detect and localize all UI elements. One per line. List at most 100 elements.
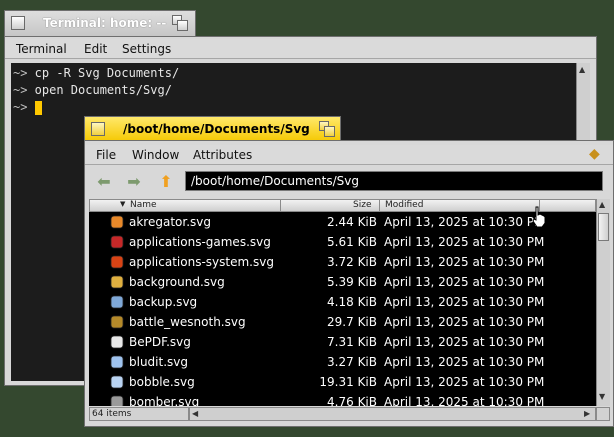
file-modified: April 13, 2025 at 10:30 PM [384,275,545,289]
menu-attributes[interactable]: Attributes [193,148,252,162]
file-name: BePDF.svg [129,335,191,349]
diamond-icon [110,355,124,369]
column-divider[interactable] [280,200,281,212]
file-modified: April 13, 2025 at 10:30 PM [384,235,545,249]
tracker-deskbar-icon[interactable]: ◆ [589,146,600,162]
file-name: applications-system.svg [129,255,274,269]
parent-folder-arrow-icon[interactable]: ⬆ [157,173,175,191]
menu-terminal[interactable]: Terminal [16,42,67,56]
file-row[interactable]: backup.svg 4.18 KiB April 13, 2025 at 10:3… [89,292,596,312]
file-size: 19.31 KiB [319,375,377,389]
file-name: bobble.svg [129,375,195,389]
file-modified: April 13, 2025 at 10:30 PM [384,295,545,309]
system-tools-icon [110,255,124,269]
terminal-title-tab[interactable]: Terminal: home: -- [4,10,196,36]
file-modified: April 13, 2025 at 10:30 PM [384,315,545,329]
menu-file[interactable]: File [96,148,116,162]
file-row[interactable]: battle_wesnoth.svg 29.7 KiB April 13, 2025… [89,312,596,332]
file-name: backup.svg [129,295,198,309]
scroll-up-arrow-icon[interactable]: ▲ [579,65,585,74]
terminal-line: ~> cp -R Svg Documents/ [13,66,179,80]
file-size: 5.39 KiB [327,275,377,289]
file-row[interactable]: bludit.svg 3.27 KiB April 13, 2025 at 10:3… [89,352,596,372]
file-row[interactable]: background.svg 5.39 KiB April 13, 2025 at … [89,272,596,292]
file-name: akregator.svg [129,215,211,229]
vertical-scrollbar[interactable]: ▲ ▼ [596,199,610,406]
scroll-left-arrow-icon[interactable]: ◀ [192,409,198,418]
file-modified: April 13, 2025 at 10:30 PM [384,355,545,369]
menu-edit[interactable]: Edit [84,42,107,56]
horizontal-scrollbar[interactable]: ◀ ▶ [189,407,596,421]
tracker-title-tab[interactable]: /boot/home/Documents/Svg [84,116,341,142]
file-modified: April 13, 2025 at 10:30 PM [384,215,545,229]
file-name: background.svg [129,275,225,289]
terminal-command [27,100,34,114]
terminal-zoom-button[interactable] [172,15,188,31]
column-size-header[interactable]: Size [353,200,371,210]
path-field[interactable]: /boot/home/Documents/Svg [185,171,603,191]
terminal-prompt: ~> [13,100,28,114]
terminal-line: ~> [13,100,42,115]
tracker-close-button[interactable] [91,122,105,136]
file-modified: April 13, 2025 at 10:30 PM [384,375,545,389]
terminal-prompt: ~> [13,83,28,97]
tracker-window-title: /boot/home/Documents/Svg [123,122,310,136]
column-header: ▼ Name Size Modified [89,199,596,212]
column-modified-header[interactable]: Modified [385,200,423,210]
wesnoth-shield-icon [110,315,124,329]
file-size: 29.7 KiB [327,315,377,329]
menu-window[interactable]: Window [132,148,179,162]
paint-brush-icon [110,275,124,289]
file-list[interactable]: akregator.svg 2.44 KiB April 13, 2025 at 1… [89,212,596,406]
back-arrow-icon[interactable]: ⬅ [95,173,113,191]
scroll-up-arrow-icon[interactable]: ▲ [599,200,605,209]
rss-feed-icon [110,215,124,229]
diamond-icon [110,375,124,389]
file-row[interactable]: applications-system.svg 3.72 KiB April 13,… [89,252,596,272]
terminal-command: cp -R Svg Documents/ [27,66,180,80]
file-name: bomber.svg [129,395,200,406]
scroll-down-arrow-icon[interactable]: ▼ [599,392,605,401]
terminal-cursor [34,100,42,115]
terminal-prompt: ~> [13,66,28,80]
file-modified: April 13, 2025 at 10:30 PM [384,255,545,269]
file-modified: April 13, 2025 at 10:30 PM [384,395,545,406]
terminal-command: open Documents/Svg/ [27,83,172,97]
forward-arrow-icon[interactable]: ➡ [125,173,143,191]
resize-handle[interactable] [596,407,610,421]
tracker-zoom-button[interactable] [319,121,335,137]
sort-indicator-icon: ▼ [120,200,126,208]
file-row[interactable]: bobble.svg 19.31 KiB April 13, 2025 at 10:… [89,372,596,392]
scroll-right-arrow-icon[interactable]: ▶ [584,409,590,418]
terminal-menubar: Terminal Edit Settings [5,39,596,59]
item-count-status: 64 items [89,407,189,421]
file-size: 4.18 KiB [327,295,377,309]
tracker-window: File Window Attributes ◆ ⬅ ➡ ⬆ /boot/hom… [84,140,614,427]
file-size: 3.72 KiB [327,255,377,269]
file-row[interactable]: bomber.svg 4.76 KiB April 13, 2025 at 10:3… [89,392,596,406]
terminal-line: ~> open Documents/Svg/ [13,83,172,97]
file-size: 5.61 KiB [327,235,377,249]
file-row[interactable]: BePDF.svg 7.31 KiB April 13, 2025 at 10:30… [89,332,596,352]
joystick-icon [110,235,124,249]
file-name: applications-games.svg [129,235,271,249]
file-size: 7.31 KiB [327,335,377,349]
file-size: 4.76 KiB [327,395,377,406]
file-row[interactable]: akregator.svg 2.44 KiB April 13, 2025 at 1… [89,212,596,232]
menu-settings[interactable]: Settings [122,42,171,56]
terminal-close-button[interactable] [11,16,25,30]
pdf-document-icon [110,335,124,349]
terminal-window-title: Terminal: home: -- [43,16,167,30]
column-name-header[interactable]: Name [130,200,157,210]
file-size: 2.44 KiB [327,215,377,229]
tracker-menubar: File Window Attributes ◆ [85,145,613,165]
bomb-icon [110,395,124,406]
file-row[interactable]: applications-games.svg 5.61 KiB April 13, … [89,232,596,252]
backup-icon [110,295,124,309]
file-name: battle_wesnoth.svg [129,315,246,329]
hand-pointer-icon [532,206,546,228]
file-name: bludit.svg [129,355,188,369]
scrollbar-thumb[interactable] [598,213,609,241]
column-divider[interactable] [379,200,380,212]
file-size: 3.27 KiB [327,355,377,369]
